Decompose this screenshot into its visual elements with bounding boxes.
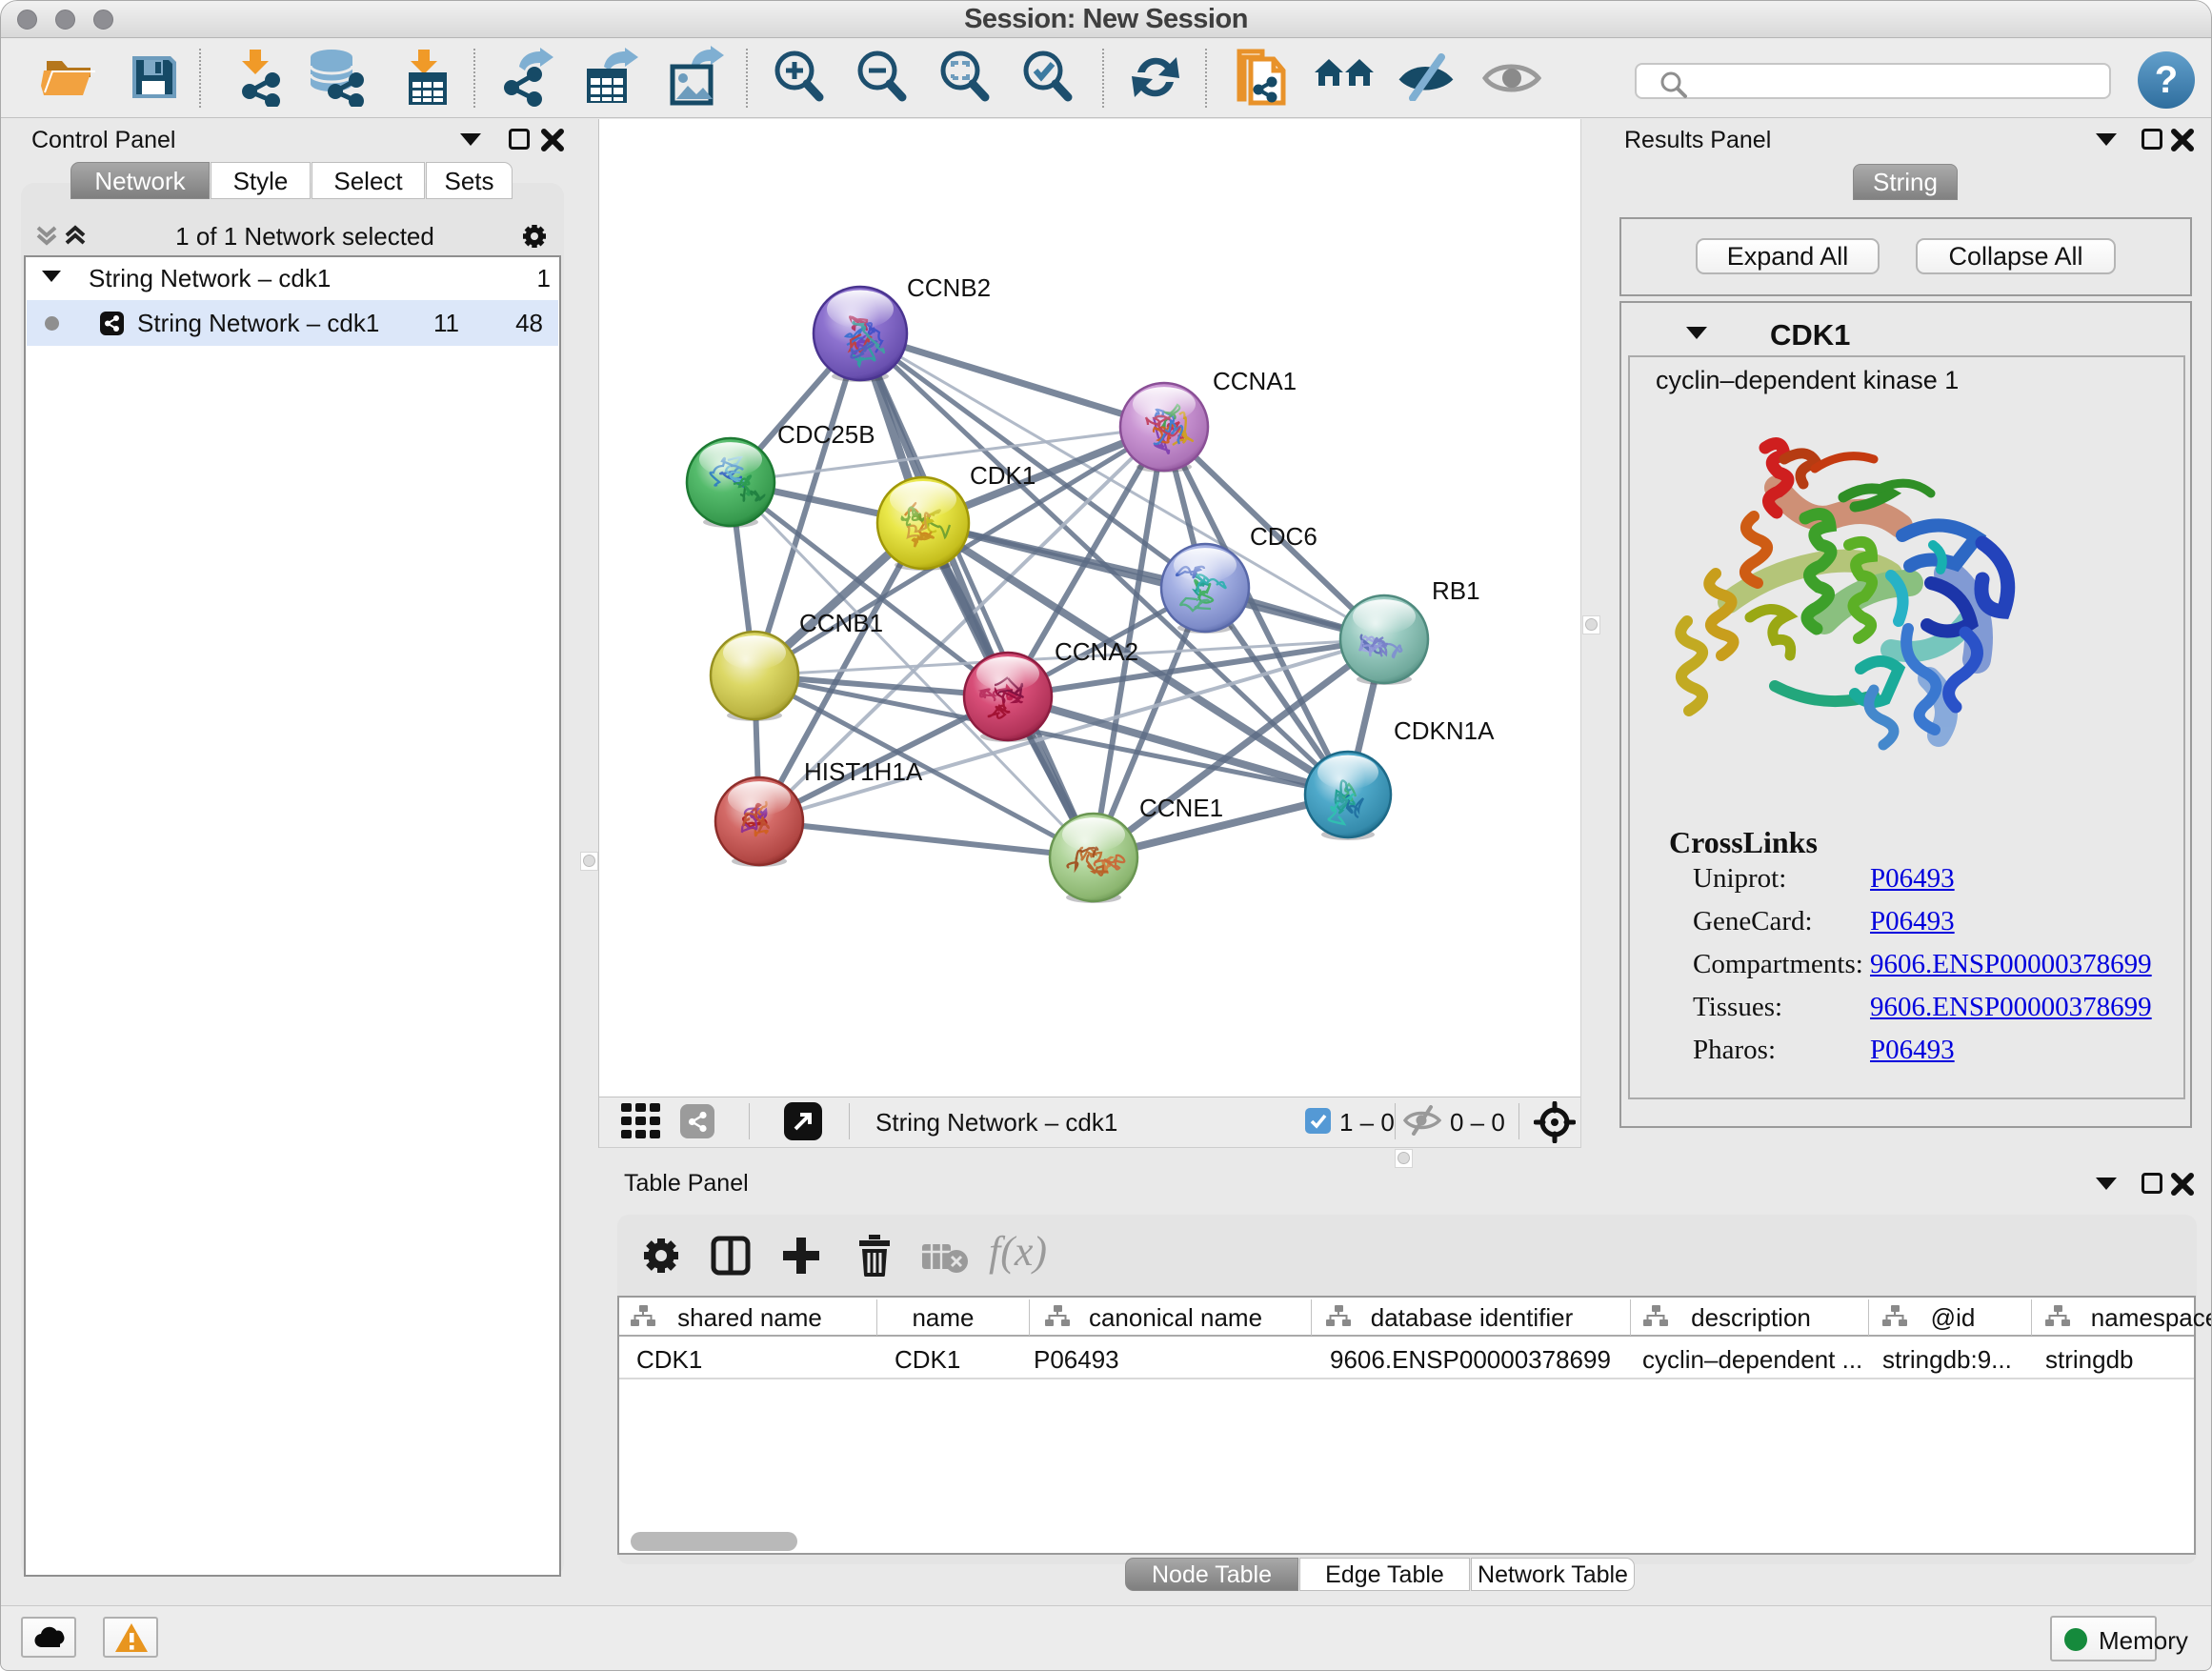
svg-text:CCNB2: CCNB2 <box>907 273 991 302</box>
svg-text:CDK1: CDK1 <box>970 461 1036 490</box>
svg-text:CDC25B: CDC25B <box>777 420 875 449</box>
svg-text:CDKN1A: CDKN1A <box>1394 716 1495 745</box>
svg-text:CCNE1: CCNE1 <box>1139 794 1223 822</box>
svg-text:CCNA1: CCNA1 <box>1213 367 1297 395</box>
svg-text:HIST1H1A: HIST1H1A <box>804 757 923 786</box>
svg-text:CCNA2: CCNA2 <box>1055 637 1138 666</box>
svg-text:CCNB1: CCNB1 <box>799 609 883 637</box>
svg-text:RB1: RB1 <box>1432 576 1480 605</box>
svg-text:CDC6: CDC6 <box>1250 522 1317 551</box>
